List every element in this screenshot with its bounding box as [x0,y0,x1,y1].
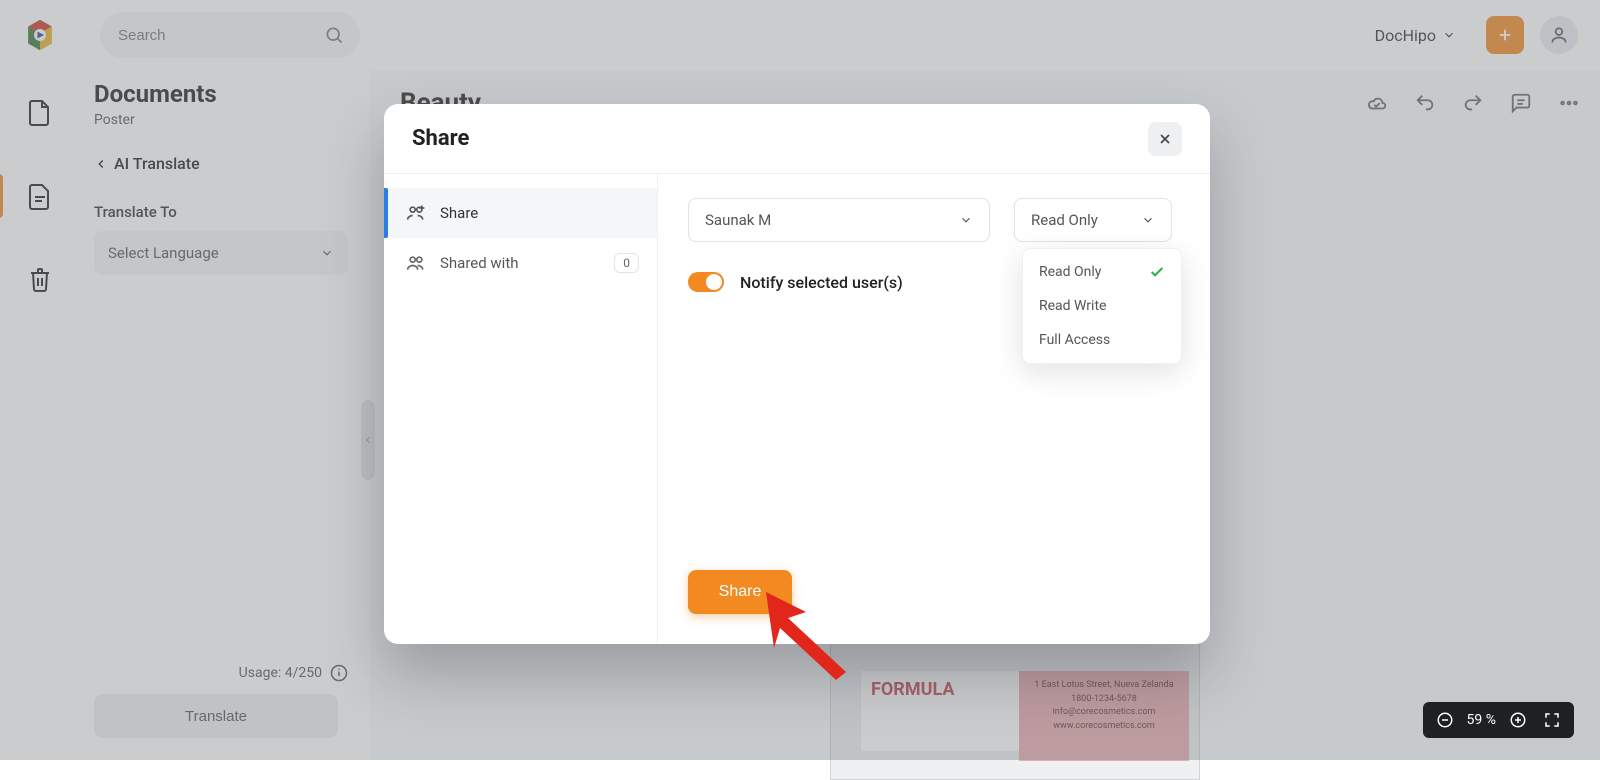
perm-option-full-access[interactable]: Full Access [1023,323,1181,357]
plus-circle-icon [1509,711,1527,729]
permission-select[interactable]: Read Only [1014,198,1172,242]
modal-title: Share [412,126,469,151]
share-button[interactable]: Share [688,570,792,614]
modal-header: Share [384,104,1210,174]
perm-option-read-only[interactable]: Read Only [1023,255,1181,289]
zoom-value: 59 % [1467,712,1496,728]
notify-label: Notify selected user(s) [740,273,903,292]
perm-option-label: Full Access [1039,332,1110,348]
modal-body: Share Shared with 0 Saunak M Read Only [384,174,1210,644]
zoom-out-button[interactable] [1433,708,1457,732]
minus-circle-icon [1436,711,1454,729]
close-button[interactable] [1148,122,1182,156]
close-icon [1157,131,1173,147]
notify-toggle[interactable] [688,272,724,292]
modal-content: Saunak M Read Only Notify selected user(… [658,174,1210,644]
check-icon [1149,264,1165,280]
chevron-down-icon [959,213,973,227]
share-form-row: Saunak M Read Only [688,198,1180,242]
people-add-icon [406,203,426,223]
shared-with-count: 0 [614,253,639,273]
modal-tabs: Share Shared with 0 [384,174,658,644]
person-selected: Saunak M [705,211,771,229]
tab-share[interactable]: Share [384,188,657,238]
person-select[interactable]: Saunak M [688,198,990,242]
tab-shared-with-label: Shared with [440,254,519,272]
zoom-controls: 59 % [1423,702,1574,738]
share-modal: Share Share Shared with 0 Saunak M [384,104,1210,644]
zoom-in-button[interactable] [1506,708,1530,732]
tab-share-label: Share [440,204,478,222]
tab-shared-with[interactable]: Shared with 0 [384,238,657,288]
expand-icon [1543,711,1561,729]
perm-option-label: Read Write [1039,298,1106,314]
chevron-down-icon [1141,213,1155,227]
permission-selected: Read Only [1031,211,1098,229]
fullscreen-button[interactable] [1540,708,1564,732]
people-icon [406,253,426,273]
permission-dropdown: Read Only Read Write Full Access [1022,248,1182,364]
perm-option-read-write[interactable]: Read Write [1023,289,1181,323]
perm-option-label: Read Only [1039,264,1101,280]
